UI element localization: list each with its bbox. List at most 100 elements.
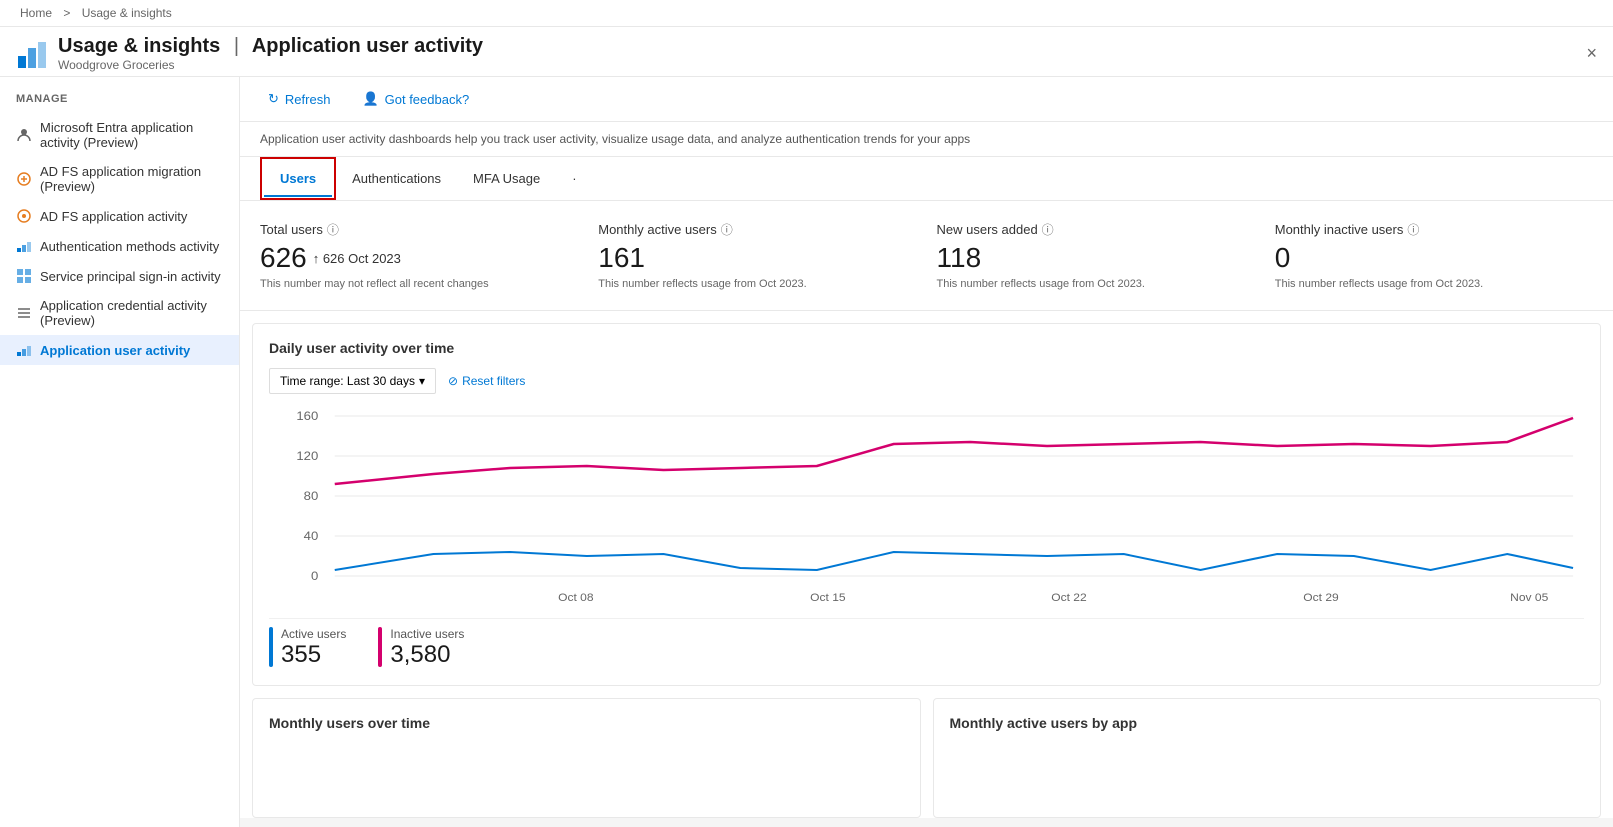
stat-monthly-active-value: 161 — [598, 242, 916, 274]
time-range-button[interactable]: Time range: Last 30 days ▾ — [269, 368, 436, 394]
stat-total-users-label: Total users ⓘ — [260, 221, 578, 238]
svg-text:Oct 15: Oct 15 — [810, 592, 845, 603]
active-users-color-indicator — [269, 627, 273, 667]
stat-new-users-label: New users added ⓘ — [937, 221, 1255, 238]
monthly-users-time-title: Monthly users over time — [269, 715, 904, 731]
close-button[interactable]: × — [1586, 43, 1597, 64]
stat-total-users: Total users ⓘ 626 ↑ 626 Oct 2023 This nu… — [260, 221, 578, 290]
filter-icon: ⊘ — [448, 374, 458, 388]
sidebar-item-adfs-migration[interactable]: AD FS application migration (Preview) — [0, 157, 239, 201]
feedback-icon: 👤 — [362, 91, 378, 107]
sidebar-item-auth-methods[interactable]: Authentication methods activity — [0, 231, 239, 261]
sidebar-label-adfs-activity: AD FS application activity — [40, 209, 187, 224]
monthly-active-by-app-title: Monthly active users by app — [950, 715, 1585, 731]
chart-section: Daily user activity over time Time range… — [252, 323, 1601, 686]
breadcrumb: Home > Usage & insights — [0, 0, 1613, 27]
header-separator: | — [234, 35, 239, 57]
inactive-users-legend-label: Inactive users — [390, 627, 464, 641]
svg-text:Oct 08: Oct 08 — [558, 592, 593, 603]
breadcrumb-home[interactable]: Home — [20, 6, 52, 20]
chart-title: Daily user activity over time — [269, 340, 1584, 356]
sidebar-label-app-credential: Application credential activity (Preview… — [40, 298, 223, 328]
stat-monthly-inactive: Monthly inactive users ⓘ 0 This number r… — [1275, 221, 1593, 290]
app-logo-icon — [16, 38, 48, 70]
svg-text:120: 120 — [296, 450, 318, 463]
org-name: Woodgrove Groceries — [58, 58, 483, 72]
stat-monthly-active-label: Monthly active users ⓘ — [598, 221, 916, 238]
legend-inactive-users: Inactive users 3,580 — [378, 627, 464, 669]
svg-text:40: 40 — [304, 530, 319, 543]
total-users-trend: ↑ 626 Oct 2023 — [313, 251, 401, 266]
monthly-active-note: This number reflects usage from Oct 2023… — [598, 278, 916, 290]
stat-new-users-value: 118 — [937, 242, 1255, 274]
time-range-label: Time range: Last 30 days — [280, 374, 415, 388]
breadcrumb-sep: > — [63, 6, 70, 20]
refresh-button[interactable]: ↻ Refresh — [260, 87, 338, 111]
monthly-active-by-app-card: Monthly active users by app — [933, 698, 1602, 818]
inactive-users-color-indicator — [378, 627, 382, 667]
toolbar: ↻ Refresh 👤 Got feedback? — [240, 77, 1613, 122]
svg-text:Oct 22: Oct 22 — [1051, 592, 1086, 603]
sidebar-item-entra-app-activity[interactable]: Microsoft Entra application activity (Pr… — [0, 113, 239, 157]
breadcrumb-current[interactable]: Usage & insights — [82, 6, 172, 20]
feedback-label: Got feedback? — [385, 92, 470, 107]
tab-users[interactable]: Users — [264, 161, 332, 196]
stat-monthly-inactive-value: 0 — [1275, 242, 1593, 274]
total-users-info-icon[interactable]: ⓘ — [327, 221, 339, 238]
sidebar-item-service-principal[interactable]: Service principal sign-in activity — [0, 261, 239, 291]
monthly-users-time-card: Monthly users over time — [252, 698, 921, 818]
tabs-container: Users Authentications MFA Usage · — [240, 157, 1613, 201]
sidebar-label-auth-methods: Authentication methods activity — [40, 239, 219, 254]
new-users-info-icon[interactable]: ⓘ — [1042, 221, 1054, 238]
refresh-label: Refresh — [285, 92, 331, 107]
content-area: ↻ Refresh 👤 Got feedback? Application us… — [240, 77, 1613, 827]
stat-monthly-active: Monthly active users ⓘ 161 This number r… — [598, 221, 916, 290]
service-principal-icon — [16, 268, 32, 284]
active-users-legend-value: 355 — [281, 641, 346, 669]
tab-mfa-usage-label: MFA Usage — [473, 171, 540, 186]
app-credential-icon — [16, 305, 32, 321]
svg-text:160: 160 — [296, 410, 318, 423]
adfs-activity-icon — [16, 208, 32, 224]
svg-text:0: 0 — [311, 570, 318, 583]
feedback-button[interactable]: 👤 Got feedback? — [354, 87, 477, 111]
info-text: Application user activity dashboards hel… — [260, 132, 970, 146]
sidebar-item-app-user-activity[interactable]: Application user activity — [0, 335, 239, 365]
chart-controls: Time range: Last 30 days ▾ ⊘ Reset filte… — [269, 368, 1584, 394]
sidebar-label-app-user-activity: Application user activity — [40, 343, 190, 358]
tab-more[interactable]: · — [556, 161, 592, 196]
reset-filters-button[interactable]: ⊘ Reset filters — [448, 374, 525, 388]
reset-filters-label: Reset filters — [462, 374, 525, 388]
svg-text:Nov 05: Nov 05 — [1510, 592, 1548, 603]
tab-mfa-usage[interactable]: MFA Usage — [457, 161, 556, 196]
tab-authentications[interactable]: Authentications — [336, 161, 457, 196]
active-users-legend-label: Active users — [281, 627, 346, 641]
bottom-sections: Monthly users over time Monthly active u… — [252, 698, 1601, 818]
adfs-migration-icon — [16, 171, 32, 187]
stat-total-users-value: 626 ↑ 626 Oct 2023 — [260, 242, 578, 274]
new-users-note: This number reflects usage from Oct 2023… — [937, 278, 1255, 290]
tab-users-label: Users — [280, 171, 316, 186]
header-title-group: Usage & insights | Application user acti… — [58, 35, 483, 72]
sidebar-label-entra: Microsoft Entra application activity (Pr… — [40, 120, 223, 150]
time-range-chevron-icon: ▾ — [419, 374, 425, 388]
stats-row: Total users ⓘ 626 ↑ 626 Oct 2023 This nu… — [240, 201, 1613, 311]
chart-svg: 160 120 80 40 0 Oct 08 Oct 15 — [269, 406, 1584, 606]
tab-authentications-label: Authentications — [352, 171, 441, 186]
chart-legend: Active users 355 Inactive users 3,580 — [269, 618, 1584, 669]
sidebar: Manage Microsoft Entra application activ… — [0, 77, 240, 827]
app-user-activity-icon — [16, 342, 32, 358]
total-users-note: This number may not reflect all recent c… — [260, 278, 578, 290]
svg-text:80: 80 — [304, 490, 319, 503]
monthly-inactive-info-icon[interactable]: ⓘ — [1407, 221, 1419, 238]
refresh-icon: ↻ — [268, 91, 279, 107]
monthly-inactive-note: This number reflects usage from Oct 2023… — [1275, 278, 1593, 290]
sidebar-item-app-credential[interactable]: Application credential activity (Preview… — [0, 291, 239, 335]
sidebar-item-adfs-activity[interactable]: AD FS application activity — [0, 201, 239, 231]
tab-users-wrapper: Users — [260, 157, 336, 200]
sidebar-label-service-principal: Service principal sign-in activity — [40, 269, 221, 284]
svg-text:Oct 29: Oct 29 — [1303, 592, 1338, 603]
sidebar-section-title: Manage — [0, 89, 239, 113]
chart-area: 160 120 80 40 0 Oct 08 Oct 15 — [269, 406, 1584, 606]
monthly-active-info-icon[interactable]: ⓘ — [721, 221, 733, 238]
